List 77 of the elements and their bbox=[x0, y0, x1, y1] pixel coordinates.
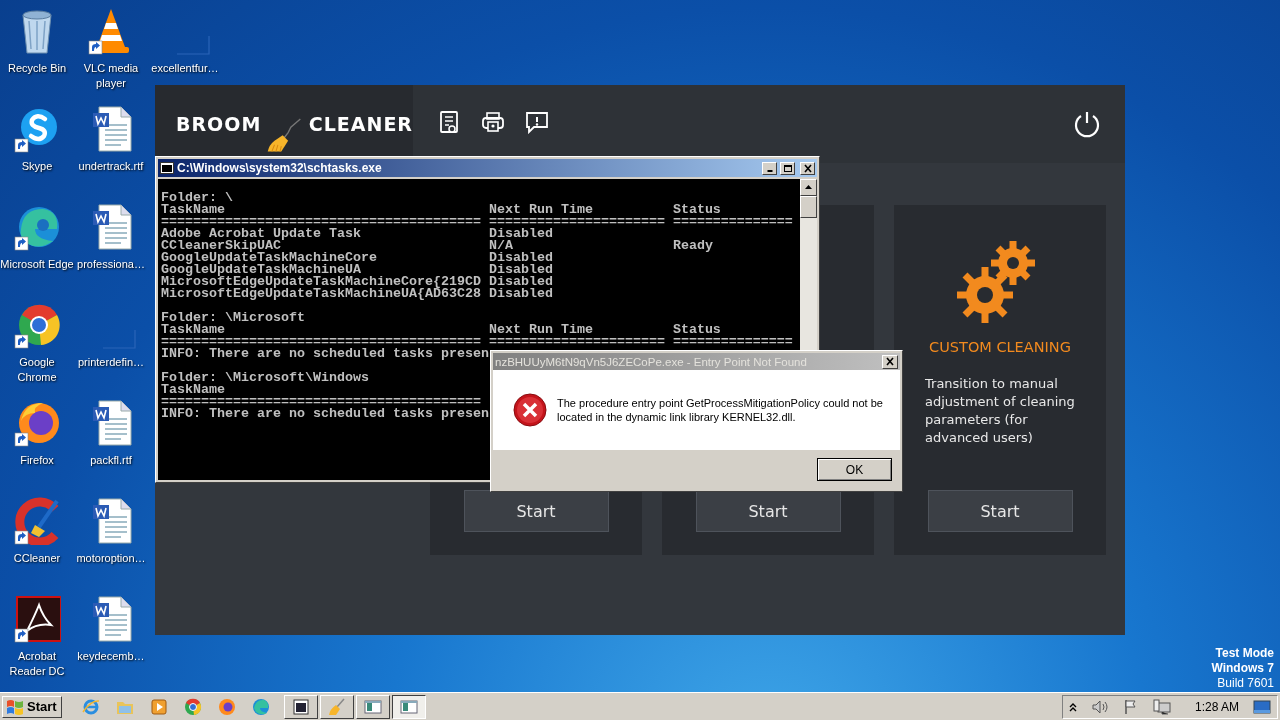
taskbar-button[interactable] bbox=[391, 694, 426, 719]
maximize-icon bbox=[782, 163, 793, 173]
console-line: ======================================== ====================== =============== bbox=[161, 336, 793, 348]
console-line: Folder: \Microsoft bbox=[161, 312, 305, 324]
start-button[interactable]: Start bbox=[463, 490, 609, 532]
firefox-icon[interactable] bbox=[217, 697, 236, 716]
system-notice-text: Windows 7 bbox=[1211, 661, 1274, 676]
power-icon[interactable] bbox=[1073, 110, 1101, 138]
desktop-icon-label[interactable]: printerdefin… bbox=[77, 355, 144, 370]
system-notice-text: Build 7601 bbox=[1217, 676, 1274, 691]
window-icon bbox=[399, 697, 418, 716]
minimize-icon bbox=[766, 170, 773, 172]
ok-button[interactable]: OK bbox=[817, 458, 892, 481]
speaker-icon[interactable] bbox=[1090, 698, 1109, 715]
feedback-icon[interactable] bbox=[525, 110, 549, 134]
console-line: TaskName Next Run Time Status bbox=[161, 324, 721, 336]
clock[interactable]: 1:28 AM bbox=[1194, 699, 1239, 714]
chrome-icon[interactable] bbox=[183, 697, 202, 716]
start-button[interactable]: Start bbox=[2, 695, 62, 718]
chevron-icon[interactable] bbox=[1068, 701, 1077, 712]
window-icon bbox=[363, 697, 382, 716]
windows-logo-icon bbox=[6, 698, 24, 715]
scroll-up-button[interactable] bbox=[800, 179, 817, 196]
window-title: C:\Windows\system32\schtasks.exe bbox=[177, 161, 383, 175]
error-message: The procedure entry point GetProcessMitigationPolicy could not be located in the dynamic link library KERNEL32.dll. bbox=[557, 396, 884, 424]
maximize-button[interactable] bbox=[780, 161, 795, 175]
minimize-button[interactable] bbox=[762, 161, 777, 175]
card-description: Transition to manual adjustment of cleaning parameters (for advanced users) bbox=[925, 375, 1075, 447]
console-line: TaskName Next Run Time Status bbox=[161, 204, 721, 216]
close-icon bbox=[802, 163, 813, 173]
printer-icon[interactable] bbox=[481, 110, 505, 134]
scroll-thumb[interactable] bbox=[800, 196, 817, 218]
logo-text: BROOM bbox=[176, 113, 262, 135]
desktop-icon-label[interactable]: Firefox bbox=[20, 453, 54, 468]
close-icon bbox=[885, 357, 895, 366]
desktop-icon-label[interactable]: professiona… bbox=[77, 257, 145, 272]
desktop-icon-label[interactable]: VLC media player bbox=[74, 61, 148, 91]
desktop-icon-label[interactable]: packfl.rtf bbox=[90, 453, 132, 468]
start-button[interactable]: Start bbox=[927, 490, 1073, 532]
network-icon[interactable] bbox=[1152, 698, 1171, 715]
console-line: Folder: \ bbox=[161, 192, 233, 204]
console-line: ======================================== ====================== =============== bbox=[161, 216, 793, 228]
broom-icon bbox=[327, 697, 346, 716]
certificate-icon[interactable] bbox=[437, 110, 461, 134]
desktop-icon-label[interactable]: Google Chrome bbox=[0, 355, 74, 385]
console-line: GoogleUpdateTaskMachineCore Disabled bbox=[161, 252, 553, 264]
close-button[interactable] bbox=[882, 354, 898, 369]
desktop-icon-label[interactable]: Acrobat Reader DC bbox=[0, 649, 74, 679]
desktop-icon-label[interactable]: undertrack.rtf bbox=[78, 159, 144, 174]
console-line: MicrosoftEdgeUpdateTaskMachineCore{219CD Disabled bbox=[161, 276, 553, 288]
start-button[interactable]: Start bbox=[695, 490, 841, 532]
desktop-icon-label[interactable]: CCleaner bbox=[13, 551, 61, 566]
media-player-icon[interactable] bbox=[149, 697, 168, 716]
close-button[interactable] bbox=[800, 161, 815, 175]
desktop-icon-label[interactable]: Skype bbox=[21, 159, 53, 174]
console-line: ======================================== bbox=[161, 396, 481, 408]
card-title: CUSTOM CLEANING bbox=[929, 339, 1071, 355]
console-line: INFO: There are no scheduled tasks presen bbox=[161, 408, 489, 420]
console-line: MicrosoftEdgeUpdateTaskMachineUA{AD63C28 Disabled bbox=[161, 288, 553, 300]
system-notice-text: Test Mode bbox=[1215, 646, 1274, 661]
console-line: Adobe Acrobat Update Task Disabled bbox=[161, 228, 553, 240]
console-window-icon bbox=[291, 697, 310, 716]
desktop-icon-label[interactable]: Recycle Bin bbox=[7, 61, 67, 76]
flag-icon[interactable] bbox=[1122, 698, 1139, 715]
logo-text: CLEANER bbox=[308, 113, 413, 135]
desktop-icon-label[interactable]: motoroption… bbox=[76, 551, 146, 566]
console-line: Folder: \Microsoft\Windows bbox=[161, 372, 369, 384]
show-desktop-icon[interactable] bbox=[1253, 698, 1271, 715]
console-line: CCleanerSkipUAC N/A Ready bbox=[161, 240, 713, 252]
error-icon bbox=[513, 393, 547, 427]
console-line: INFO: There are no scheduled tasks presen bbox=[161, 348, 489, 360]
console-line: GoogleUpdateTaskMachineUA Disabled bbox=[161, 264, 553, 276]
desktop-icon-label[interactable]: excellentfur… bbox=[151, 61, 219, 76]
desktop-icon-label[interactable]: keydecemb… bbox=[77, 649, 145, 664]
desktop-icon-label[interactable]: Microsoft Edge bbox=[0, 257, 74, 272]
console-line: TaskName bbox=[161, 384, 225, 396]
console-window-icon bbox=[160, 162, 174, 174]
